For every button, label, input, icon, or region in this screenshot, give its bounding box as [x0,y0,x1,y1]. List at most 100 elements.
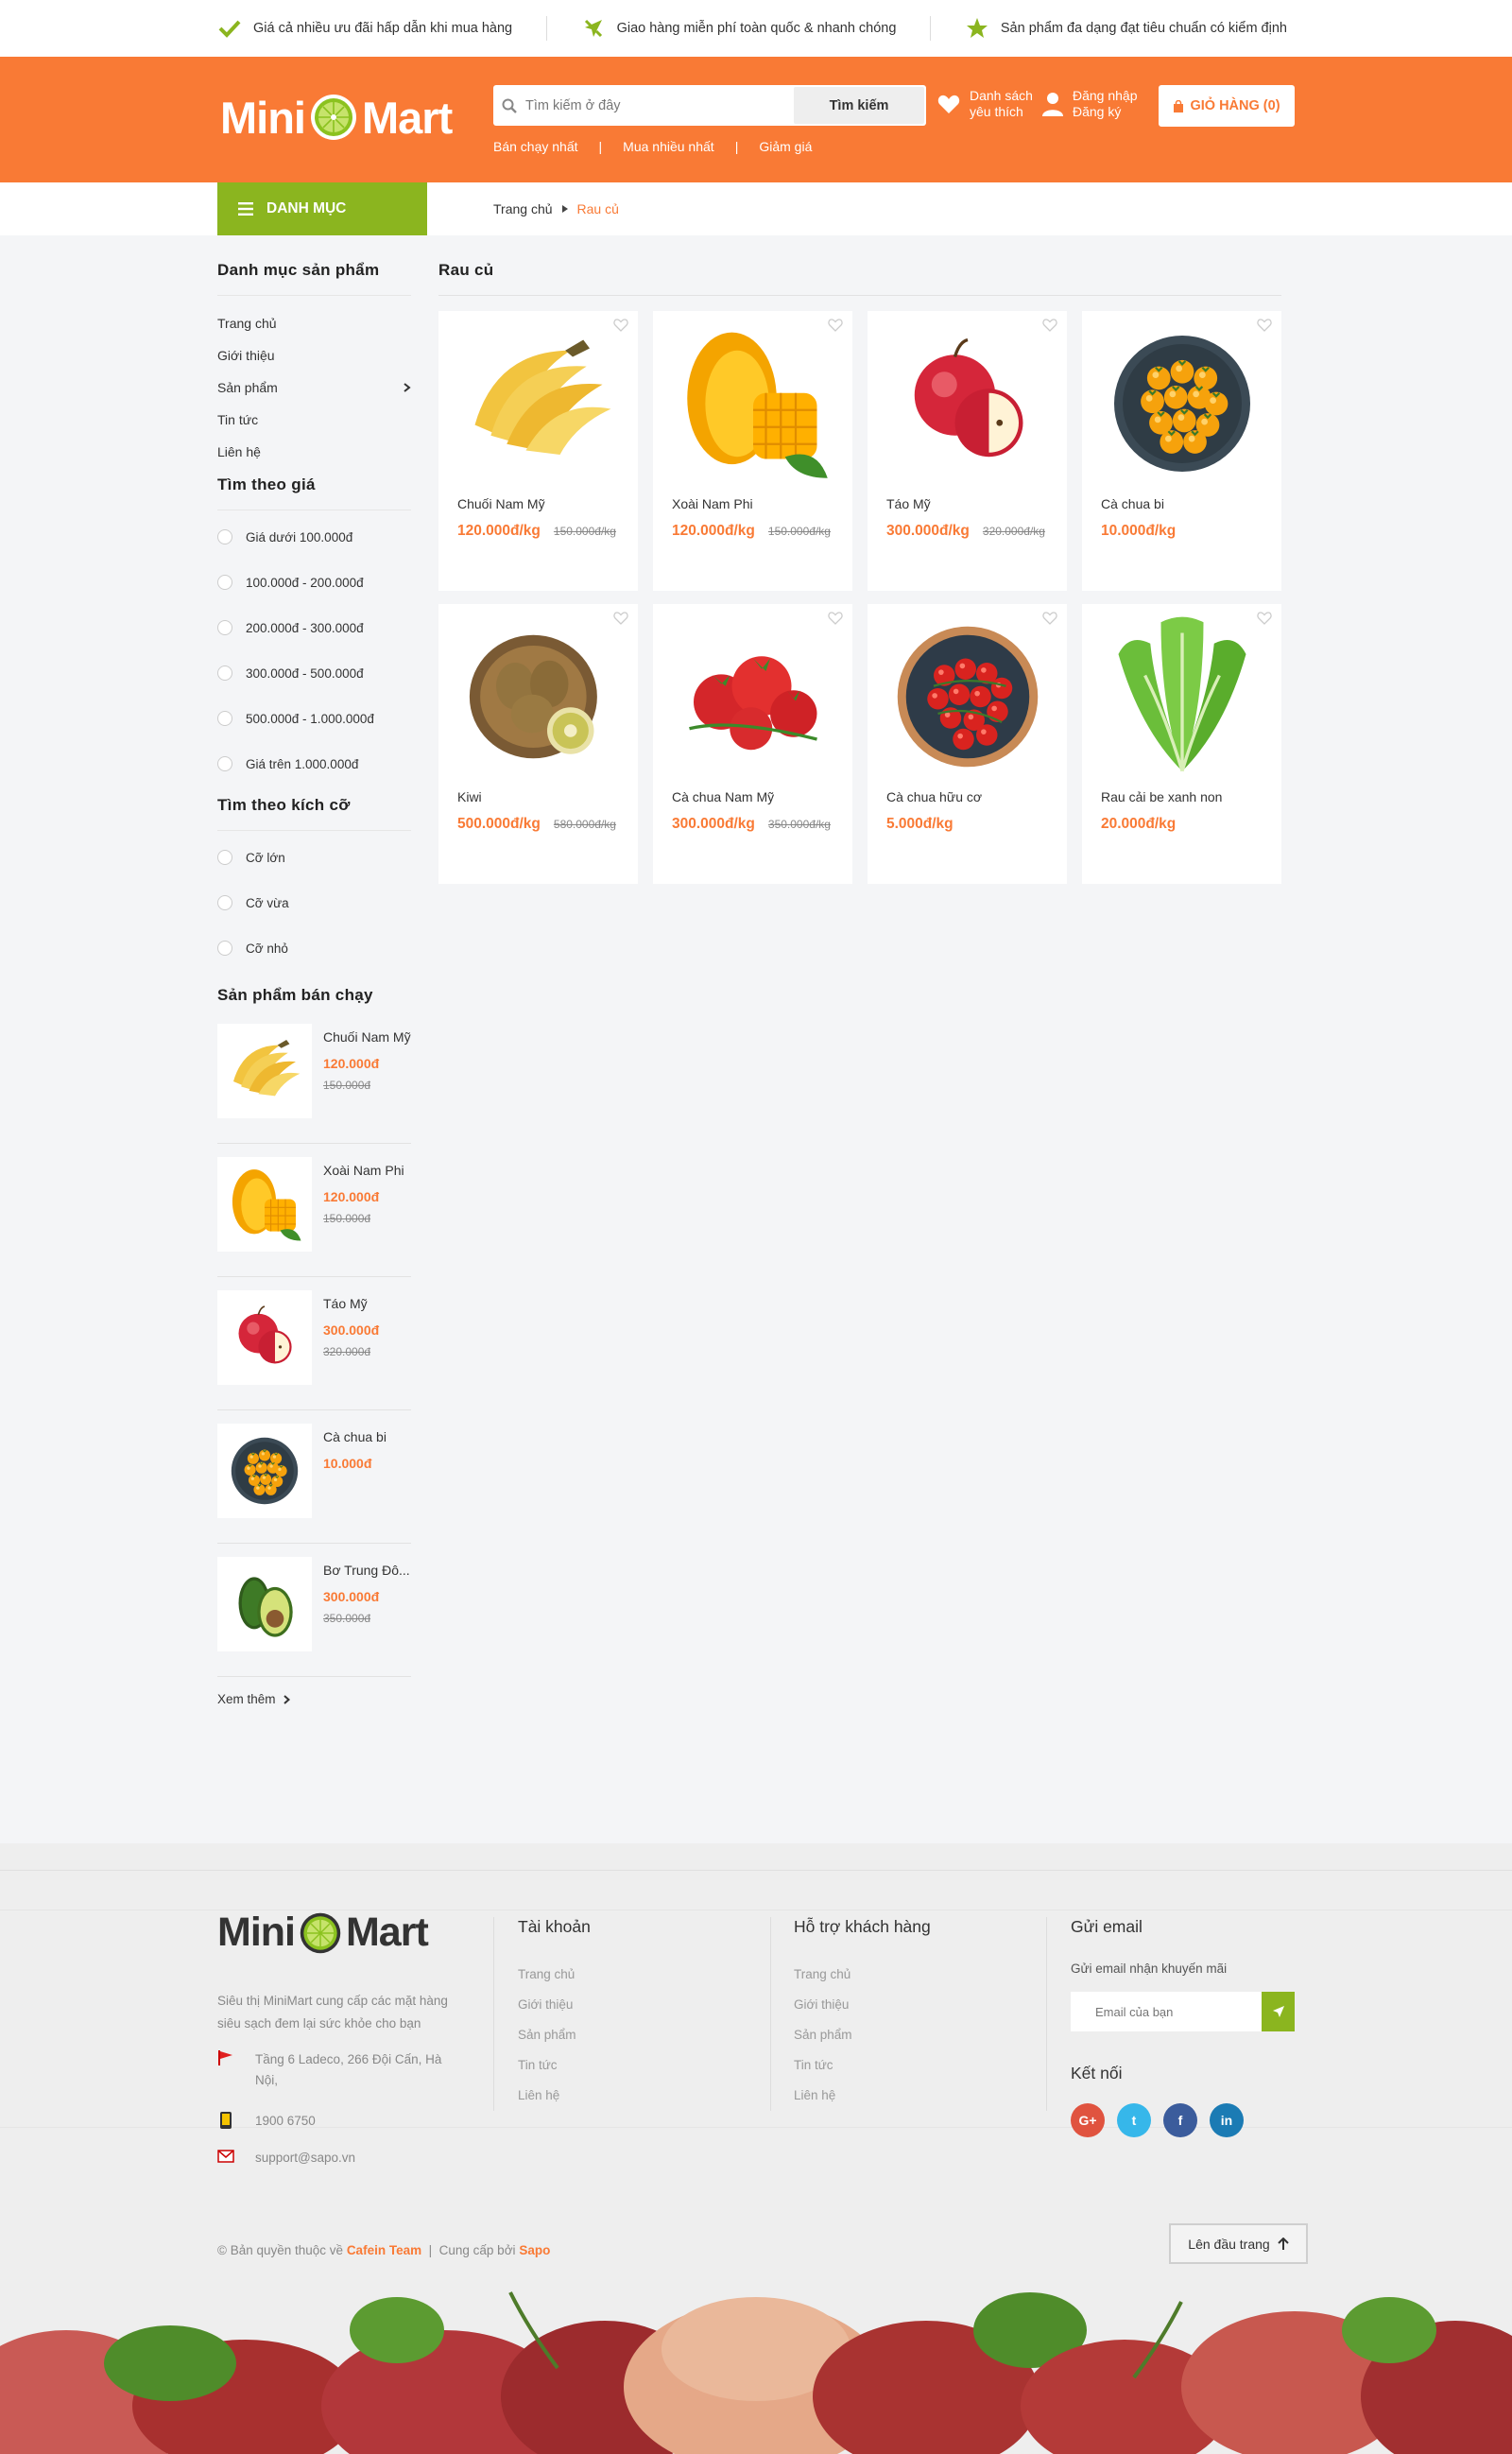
wishlist-heart-icon[interactable] [828,612,843,625]
category-products[interactable]: Sản phẩm [217,372,411,404]
apple-thumbnail-image[interactable] [217,1290,312,1385]
footer-link[interactable]: Liên hệ [518,2081,576,2111]
product-name[interactable]: Xoài Nam Phi [672,496,852,513]
google-plus-icon[interactable]: G+ [1071,2103,1105,2137]
radio-button[interactable] [217,941,232,956]
price-option[interactable]: 300.000đ - 500.000đ [217,650,411,696]
register-link[interactable]: Đăng ký [1073,104,1121,119]
radio-button[interactable] [217,850,232,865]
product-card[interactable]: Chuối Nam Mỹ 120.000đ/kg 150.000đ/kg [438,311,638,591]
linkedin-icon[interactable]: in [1210,2103,1244,2137]
email-text[interactable]: support@sapo.vn [255,2148,355,2169]
product-card[interactable]: Xoài Nam Phi 120.000đ/kg 150.000đ/kg [653,311,852,591]
organic-tomato-product-image[interactable] [868,604,1067,789]
product-card[interactable]: Cà chua bi 10.000đ/kg [1082,311,1281,591]
footer-link[interactable]: Liên hệ [794,2081,852,2111]
radio-button[interactable] [217,529,232,544]
product-card[interactable]: Cà chua Nam Mỹ 300.000đ/kg 350.000đ/kg [653,604,852,884]
wishlist-heart-icon[interactable] [613,612,628,625]
cherry-tomato-thumbnail-image[interactable] [217,1424,312,1518]
footer-link[interactable]: Giới thiệu [794,1990,852,2020]
bestseller-item[interactable]: Chuối Nam Mỹ 120.000đ 150.000đ [217,1011,411,1144]
quick-link-discount[interactable]: Giảm giá [759,139,812,154]
size-option[interactable]: Cỡ vừa [217,880,411,925]
greens-product-image[interactable] [1082,604,1281,789]
footer-link[interactable]: Sản phẩm [794,2020,852,2050]
product-card[interactable]: Cà chua hữu cơ 5.000đ/kg [868,604,1067,884]
mango-product-image[interactable] [653,311,852,496]
site-logo[interactable]: Mini Mart [220,83,453,151]
price-option[interactable]: Giá trên 1.000.000đ [217,741,411,786]
product-name[interactable]: Cà chua hữu cơ [886,789,1067,806]
kiwi-product-image[interactable] [438,604,638,789]
wishlist-heart-icon[interactable] [613,319,628,332]
radio-button[interactable] [217,711,232,726]
bestseller-item[interactable]: Xoài Nam Phi 120.000đ 150.000đ [217,1144,411,1277]
copyright-team-link[interactable]: Cafein Team [347,2243,421,2257]
radio-button[interactable] [217,895,232,910]
wishlist-heart-icon[interactable] [1042,319,1057,332]
bestseller-item[interactable]: Cà chua bi 10.000đ [217,1410,411,1544]
breadcrumb-home[interactable]: Trang chủ [493,201,553,216]
bestseller-name[interactable]: Chuối Nam Mỹ [323,1029,413,1045]
product-name[interactable]: Táo Mỹ [886,496,1067,513]
price-option[interactable]: Giá dưới 100.000đ [217,514,411,560]
footer-link[interactable]: Giới thiệu [518,1990,576,2020]
tomato-product-image[interactable] [653,604,852,789]
price-option[interactable]: 500.000đ - 1.000.000đ [217,696,411,741]
quick-link-bestseller[interactable]: Bán chạy nhất [493,139,578,154]
twitter-icon[interactable]: t [1117,2103,1151,2137]
product-card[interactable]: Kiwi 500.000đ/kg 580.000đ/kg [438,604,638,884]
login-link[interactable]: Đăng nhập [1073,88,1138,103]
copyright-sapo-link[interactable]: Sapo [519,2243,550,2257]
bestseller-item[interactable]: Táo Mỹ 300.000đ 320.000đ [217,1277,411,1410]
banana-product-image[interactable] [438,311,638,496]
avocado-thumbnail-image[interactable] [217,1557,312,1651]
wishlist-heart-icon[interactable] [828,319,843,332]
cart-button[interactable]: GIỎ HÀNG (0) [1159,85,1295,127]
newsletter-email-input[interactable] [1071,1992,1262,2031]
category-news[interactable]: Tin tức [217,404,411,436]
phone-text[interactable]: 1900 6750 [255,2111,316,2132]
product-name[interactable]: Chuối Nam Mỹ [457,496,638,513]
radio-button[interactable] [217,665,232,681]
price-option[interactable]: 100.000đ - 200.000đ [217,560,411,605]
bestseller-name[interactable]: Xoài Nam Phi [323,1163,413,1178]
view-more-link[interactable]: Xem thêm [217,1692,411,1706]
footer-logo[interactable]: Mini Mart [217,1910,429,1956]
radio-button[interactable] [217,620,232,635]
category-about[interactable]: Giới thiệu [217,339,411,372]
size-option[interactable]: Cỡ lớn [217,835,411,880]
product-name[interactable]: Kiwi [457,789,638,806]
product-name[interactable]: Rau cải be xanh non [1101,789,1281,806]
chevron-right-icon[interactable] [404,383,411,392]
facebook-icon[interactable]: f [1163,2103,1197,2137]
wishlist-heart-icon[interactable] [1042,612,1057,625]
newsletter-submit-button[interactable] [1262,1992,1295,2031]
size-option[interactable]: Cỡ nhỏ [217,925,411,971]
wishlist-heart-icon[interactable] [1257,612,1272,625]
product-card[interactable]: Rau cải be xanh non 20.000đ/kg [1082,604,1281,884]
category-contact[interactable]: Liên hệ [217,436,411,468]
footer-link[interactable]: Tin tức [794,2050,852,2081]
radio-button[interactable] [217,575,232,590]
back-to-top-button[interactable]: Lên đầu trang [1169,2223,1308,2264]
footer-link[interactable]: Trang chủ [794,1960,852,1990]
mango-thumbnail-image[interactable] [217,1157,312,1252]
bestseller-item[interactable]: Bơ Trung Đô... 300.000đ 350.000đ [217,1544,411,1677]
category-menu-button[interactable]: DANH MỤC [217,182,427,235]
cherry-tomato-product-image[interactable] [1082,311,1281,496]
footer-link[interactable]: Trang chủ [518,1960,576,1990]
product-card[interactable]: Táo Mỹ 300.000đ/kg 320.000đ/kg [868,311,1067,591]
search-button[interactable]: Tìm kiếm [794,87,924,124]
search-input[interactable] [525,85,794,126]
wishlist-heart-icon[interactable] [1257,319,1272,332]
category-home[interactable]: Trang chủ [217,307,411,339]
product-name[interactable]: Cà chua Nam Mỹ [672,789,852,806]
radio-button[interactable] [217,756,232,771]
price-option[interactable]: 200.000đ - 300.000đ [217,605,411,650]
quick-link-most-bought[interactable]: Mua nhiều nhất [623,139,714,154]
product-name[interactable]: Cà chua bi [1101,496,1281,513]
bestseller-name[interactable]: Bơ Trung Đô... [323,1563,413,1578]
bestseller-name[interactable]: Cà chua bi [323,1429,413,1444]
